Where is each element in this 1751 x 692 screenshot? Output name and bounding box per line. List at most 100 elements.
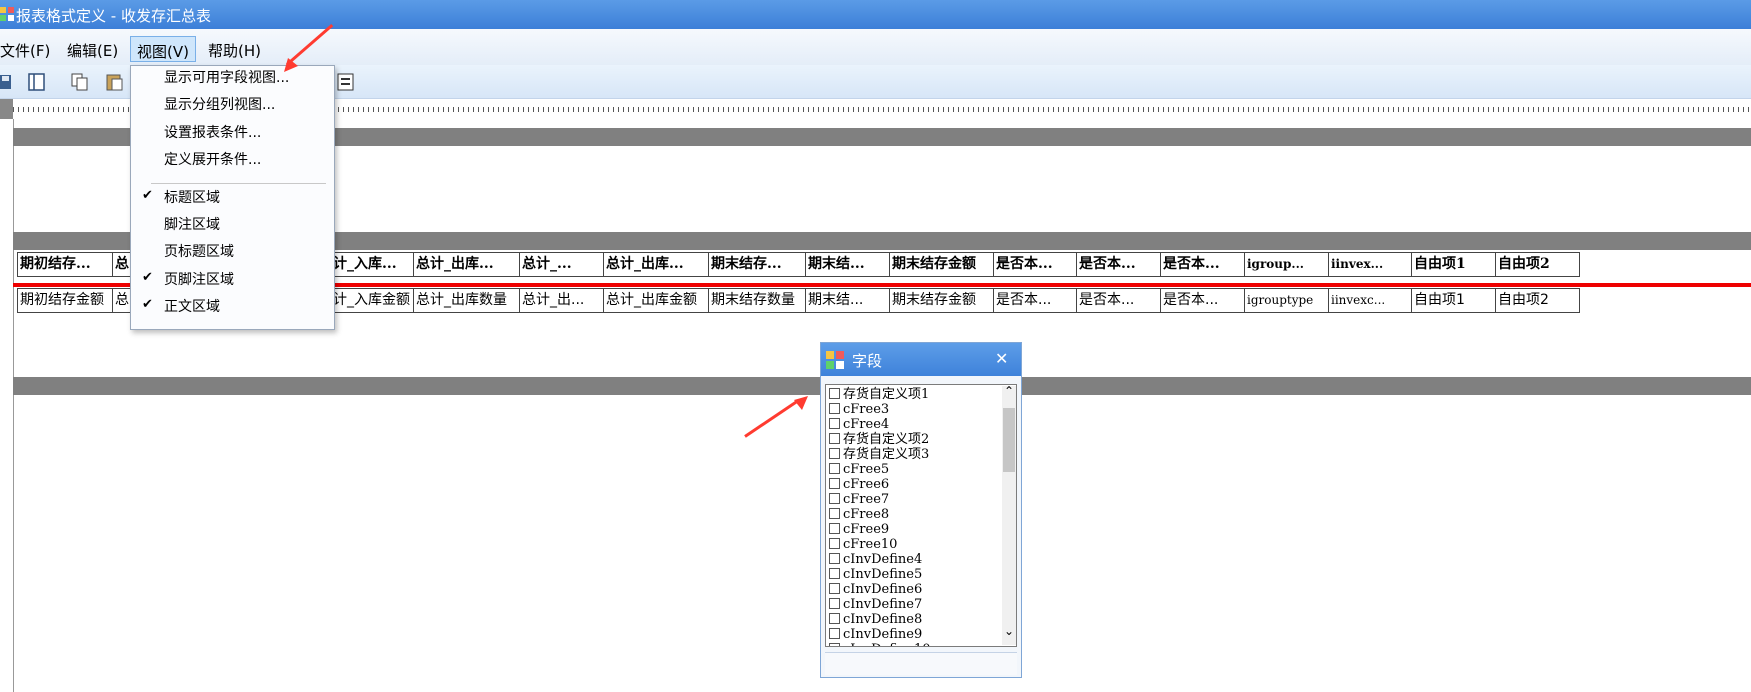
header-cell[interactable]: iinvex...: [1328, 252, 1413, 277]
field-dialog-icon: [826, 351, 844, 369]
body-cell[interactable]: 自由项1: [1411, 288, 1497, 313]
header-cell[interactable]: 期末结...: [805, 252, 891, 277]
field-list-item[interactable]: cInvDefine8: [829, 612, 922, 627]
body-cell[interactable]: igrouptype: [1244, 288, 1330, 313]
field-checkbox[interactable]: [829, 568, 840, 579]
header-cell[interactable]: 总计_...: [519, 252, 605, 277]
title-bar: 报表格式定义 - 收发存汇总表: [0, 0, 1751, 29]
field-list-item[interactable]: cInvDefine7: [829, 597, 922, 612]
field-checkbox[interactable]: [829, 403, 840, 414]
book-icon[interactable]: [27, 72, 47, 92]
field-list-item[interactable]: 存货自定义项2: [829, 432, 929, 447]
field-checkbox[interactable]: [829, 553, 840, 564]
body-cell[interactable]: 总计_出...: [519, 288, 605, 313]
field-list-item[interactable]: cFree6: [829, 477, 889, 492]
field-checkbox[interactable]: [829, 388, 840, 399]
view-menu-item[interactable]: 正文区域: [164, 296, 220, 316]
copy-icon[interactable]: [70, 72, 90, 92]
body-cell[interactable]: 自由项2: [1495, 288, 1580, 313]
body-cell[interactable]: 总计_出库金额: [603, 288, 710, 313]
close-icon[interactable]: ✕: [995, 349, 1008, 368]
view-menu-item[interactable]: 定义展开条件...: [164, 149, 261, 169]
field-checkbox[interactable]: [829, 613, 840, 624]
field-checkbox[interactable]: [829, 523, 840, 534]
field-list-item[interactable]: cFree8: [829, 507, 889, 522]
menu-file[interactable]: 文件(F): [0, 40, 50, 61]
field-checkbox[interactable]: [829, 583, 840, 594]
view-menu-item[interactable]: 脚注区域: [164, 214, 220, 234]
field-list-item[interactable]: cFree7: [829, 492, 889, 507]
header-cell[interactable]: 期末结存金额: [889, 252, 995, 277]
header-cell[interactable]: 期初结存...: [17, 252, 114, 277]
field-checkbox[interactable]: [829, 628, 840, 639]
body-cell[interactable]: 是否本...: [993, 288, 1078, 313]
arrowhead-dialog-icon: [794, 396, 808, 410]
field-list-item[interactable]: cFree10: [829, 537, 897, 552]
header-cell[interactable]: 是否本...: [1076, 252, 1162, 277]
header-cell[interactable]: 总计_出库...: [413, 252, 520, 277]
body-cell[interactable]: 期初结存金额: [17, 288, 114, 313]
body-cell[interactable]: iinvexc...: [1328, 288, 1413, 313]
field-label: cInvDefine4: [843, 552, 923, 567]
header-cell[interactable]: 期末结存...: [708, 252, 807, 277]
body-cell[interactable]: 期末结存金额: [889, 288, 995, 313]
field-checkbox[interactable]: [829, 538, 840, 549]
field-list-item[interactable]: 存货自定义项3: [829, 447, 929, 462]
save-icon[interactable]: [0, 72, 12, 92]
field-list-item[interactable]: cFree4: [829, 417, 889, 432]
body-cell[interactable]: 计_入库金额: [330, 288, 415, 313]
field-list-item[interactable]: cInvDefine5: [829, 567, 922, 582]
field-list-item[interactable]: cInvDefine4: [829, 552, 922, 567]
body-cell[interactable]: 期末结存数量: [708, 288, 807, 313]
header-cell[interactable]: 总计_出库...: [603, 252, 710, 277]
body-cell[interactable]: 是否本...: [1076, 288, 1162, 313]
field-label: cFree8: [843, 507, 890, 522]
paste-icon[interactable]: [105, 72, 125, 92]
field-label: cFree7: [843, 492, 890, 507]
field-checkbox[interactable]: [829, 448, 840, 459]
field-checkbox[interactable]: [829, 433, 840, 444]
menu-edit[interactable]: 编辑(E): [67, 40, 118, 61]
field-list-item[interactable]: 存货自定义项1: [829, 387, 929, 402]
view-menu-item[interactable]: 页脚注区域: [164, 269, 234, 289]
header-cell[interactable]: 自由项1: [1411, 252, 1497, 277]
header-cell[interactable]: 是否本...: [993, 252, 1078, 277]
field-checkbox[interactable]: [829, 508, 840, 519]
menu-view[interactable]: 视图(V): [130, 36, 196, 62]
field-label: cFree9: [843, 522, 890, 537]
menu-help[interactable]: 帮助(H): [208, 40, 261, 61]
field-list-item[interactable]: cFree9: [829, 522, 889, 537]
field-dialog-titlebar[interactable]: 字段 ✕: [821, 343, 1021, 376]
body-cell[interactable]: 期末结...: [805, 288, 891, 313]
field-list-item[interactable]: cInvDefine6: [829, 582, 922, 597]
field-checkbox[interactable]: [829, 598, 840, 609]
field-list[interactable]: 存货自定义项1 cFree3 cFree4 存货自定义项2 存货自定义项3 cFree5 c…: [825, 384, 1017, 647]
view-menu-item[interactable]: 设置报表条件...: [164, 122, 261, 142]
body-cell[interactable]: 是否本...: [1160, 288, 1246, 313]
scroll-thumb[interactable]: [1003, 408, 1015, 472]
view-menu-item[interactable]: 页标题区域: [164, 241, 234, 261]
field-label: 存货自定义项2: [843, 432, 930, 447]
field-checkbox[interactable]: [829, 418, 840, 429]
field-list-item[interactable]: cInvDefine10: [829, 642, 931, 646]
view-menu-item[interactable]: 标题区域: [164, 187, 220, 207]
field-checkbox[interactable]: [829, 493, 840, 504]
field-checkbox[interactable]: [829, 463, 840, 474]
body-cell[interactable]: 总计_出库数量: [413, 288, 520, 313]
view-menu-item[interactable]: 显示分组列视图...: [164, 94, 275, 114]
header-cell[interactable]: 是否本...: [1160, 252, 1246, 277]
field-checkbox[interactable]: [829, 643, 840, 646]
scroll-up-icon[interactable]: ⌃: [1004, 385, 1014, 398]
field-list-item[interactable]: cFree5: [829, 462, 889, 477]
field-label: cInvDefine9: [843, 627, 923, 642]
field-list-scrollbar[interactable]: ⌃ ⌄: [1002, 385, 1016, 645]
properties-icon[interactable]: [336, 72, 356, 92]
header-cell[interactable]: 自由项2: [1495, 252, 1580, 277]
header-cell[interactable]: 计_入库...: [330, 252, 415, 277]
header-cell[interactable]: igroup...: [1244, 252, 1330, 277]
scroll-down-icon[interactable]: ⌄: [1004, 624, 1014, 638]
field-list-item[interactable]: cInvDefine9: [829, 627, 922, 642]
field-list-item[interactable]: cFree3: [829, 402, 889, 417]
field-checkbox[interactable]: [829, 478, 840, 489]
view-menu-item[interactable]: 显示可用字段视图...: [164, 67, 289, 87]
